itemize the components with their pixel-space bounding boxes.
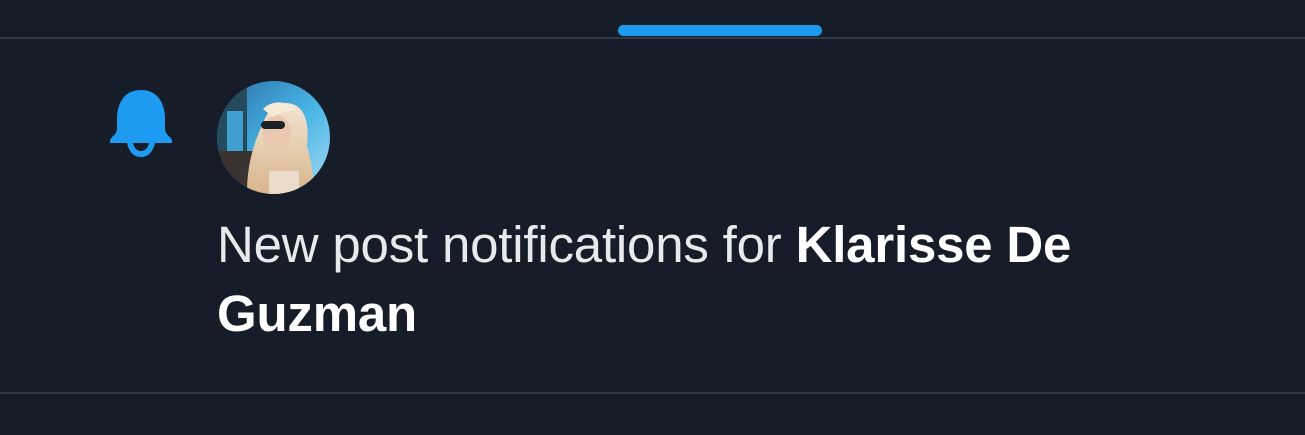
bell-icon bbox=[110, 90, 172, 157]
notifications-screen: New post notifications for Klarisse De G… bbox=[0, 0, 1305, 435]
bottom-divider bbox=[0, 392, 1305, 394]
message-prefix: New post notifications for bbox=[217, 216, 782, 273]
notification-message: New post notifications for Klarisse De G… bbox=[217, 210, 1237, 348]
active-tab-indicator bbox=[618, 25, 822, 36]
user-avatar[interactable] bbox=[217, 81, 330, 194]
